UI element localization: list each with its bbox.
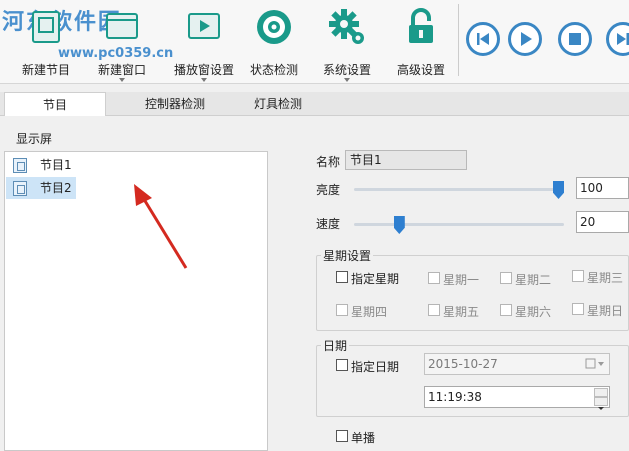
name-field[interactable]: 节目1 xyxy=(345,150,467,170)
previous-button[interactable] xyxy=(466,22,500,56)
sunday-checkbox[interactable] xyxy=(572,303,584,315)
stop-icon xyxy=(561,25,589,53)
play-window-settings-icon xyxy=(183,6,225,48)
specify-date-checkbox[interactable] xyxy=(336,359,348,371)
new-program-button[interactable]: 新建节目 xyxy=(14,6,78,48)
specify-week-checkbox[interactable] xyxy=(336,271,348,283)
advanced-settings-button[interactable]: 高级设置 xyxy=(390,6,452,48)
saturday-checkbox[interactable] xyxy=(500,304,512,316)
system-settings-button[interactable]: 系统设置 xyxy=(316,6,378,48)
advanced-settings-label: 高级设置 xyxy=(390,61,452,78)
friday-label: 星期五 xyxy=(443,303,479,320)
time-picker[interactable]: 11:19:38 xyxy=(424,386,610,408)
stop-button[interactable] xyxy=(558,22,592,56)
time-value: 11:19:38 xyxy=(428,390,482,404)
week-settings-title: 星期设置 xyxy=(321,247,373,264)
thursday-checkbox[interactable] xyxy=(336,304,348,316)
new-program-label: 新建节目 xyxy=(14,61,78,78)
status-check-icon xyxy=(253,6,295,48)
speed-input[interactable]: 20 xyxy=(576,211,629,233)
date-picker[interactable]: 2015-10-27 xyxy=(424,353,610,375)
chevron-down-icon[interactable] xyxy=(119,78,125,82)
tab-program[interactable]: 节目 xyxy=(4,92,106,116)
tree-item-label: 节目2 xyxy=(40,177,72,199)
new-window-icon xyxy=(101,6,143,48)
monday-checkbox[interactable] xyxy=(428,272,440,284)
speed-slider[interactable] xyxy=(354,223,564,226)
status-check-label: 状态检测 xyxy=(244,61,304,78)
single-play-label: 单播 xyxy=(351,429,375,446)
play-window-settings-label: 播放窗设置 xyxy=(170,61,238,78)
play-window-settings-button[interactable]: 播放窗设置 xyxy=(170,6,238,48)
chevron-down-icon[interactable] xyxy=(344,78,350,82)
time-down-button[interactable] xyxy=(594,397,608,406)
new-program-icon xyxy=(25,6,67,48)
skip-next-icon xyxy=(609,25,629,53)
gear-icon xyxy=(326,6,368,48)
status-check-button[interactable]: 状态检测 xyxy=(244,6,304,48)
saturday-label: 星期六 xyxy=(515,303,551,320)
display-screen-title: 显示屏 xyxy=(16,130,52,147)
tab-lamp-check[interactable]: 灯具检测 xyxy=(228,92,328,116)
annotation-arrow-icon xyxy=(120,180,200,280)
sunday-label: 星期日 xyxy=(587,302,623,319)
system-settings-label: 系统设置 xyxy=(316,61,378,78)
next-button[interactable] xyxy=(606,22,629,56)
thursday-label: 星期四 xyxy=(351,303,387,320)
program-file-icon xyxy=(13,158,27,173)
new-window-button[interactable]: 新建窗口 xyxy=(90,6,154,48)
single-play-checkbox[interactable] xyxy=(336,430,348,442)
tree-item-label: 节目1 xyxy=(40,154,72,176)
chevron-down-icon[interactable] xyxy=(201,78,207,82)
watermark-url: www.pc0359.cn xyxy=(58,46,173,61)
tree-item-program-2[interactable]: 节目2 xyxy=(6,177,76,199)
speed-slider-thumb[interactable] xyxy=(394,216,405,234)
brightness-slider-thumb[interactable] xyxy=(553,181,564,199)
play-button[interactable] xyxy=(508,22,542,56)
toolbar: 河东软件园 www.pc0359.cn 新建节目 新建窗口 播放窗设置 状态检测… xyxy=(0,0,629,84)
specify-week-label: 指定星期 xyxy=(351,270,399,287)
new-window-label: 新建窗口 xyxy=(90,61,154,78)
wednesday-checkbox[interactable] xyxy=(572,270,584,282)
wednesday-label: 星期三 xyxy=(587,269,623,286)
tuesday-label: 星期二 xyxy=(515,271,551,288)
name-label: 名称 xyxy=(316,153,340,170)
program-file-icon xyxy=(13,181,27,196)
date-group-title: 日期 xyxy=(321,337,349,354)
monday-label: 星期一 xyxy=(443,271,479,288)
chevron-down-icon xyxy=(595,405,607,412)
skip-previous-icon xyxy=(469,25,497,53)
brightness-slider[interactable] xyxy=(354,188,564,191)
brightness-input[interactable]: 100 xyxy=(576,177,629,199)
toolbar-separator xyxy=(458,4,459,76)
time-up-button[interactable] xyxy=(594,388,608,397)
tab-controller-check[interactable]: 控制器检测 xyxy=(110,92,240,116)
speed-label: 速度 xyxy=(316,215,340,232)
tree-item-program-1[interactable]: 节目1 xyxy=(6,154,76,176)
lock-icon xyxy=(400,6,442,48)
tab-bar: 节目 控制器检测 灯具检测 xyxy=(0,92,629,116)
date-value: 2015-10-27 xyxy=(428,357,498,371)
play-icon xyxy=(511,25,539,53)
tuesday-checkbox[interactable] xyxy=(500,272,512,284)
specify-date-label: 指定日期 xyxy=(351,358,399,375)
friday-checkbox[interactable] xyxy=(428,304,440,316)
brightness-label: 亮度 xyxy=(316,181,340,198)
calendar-dropdown-icon[interactable] xyxy=(585,358,605,370)
